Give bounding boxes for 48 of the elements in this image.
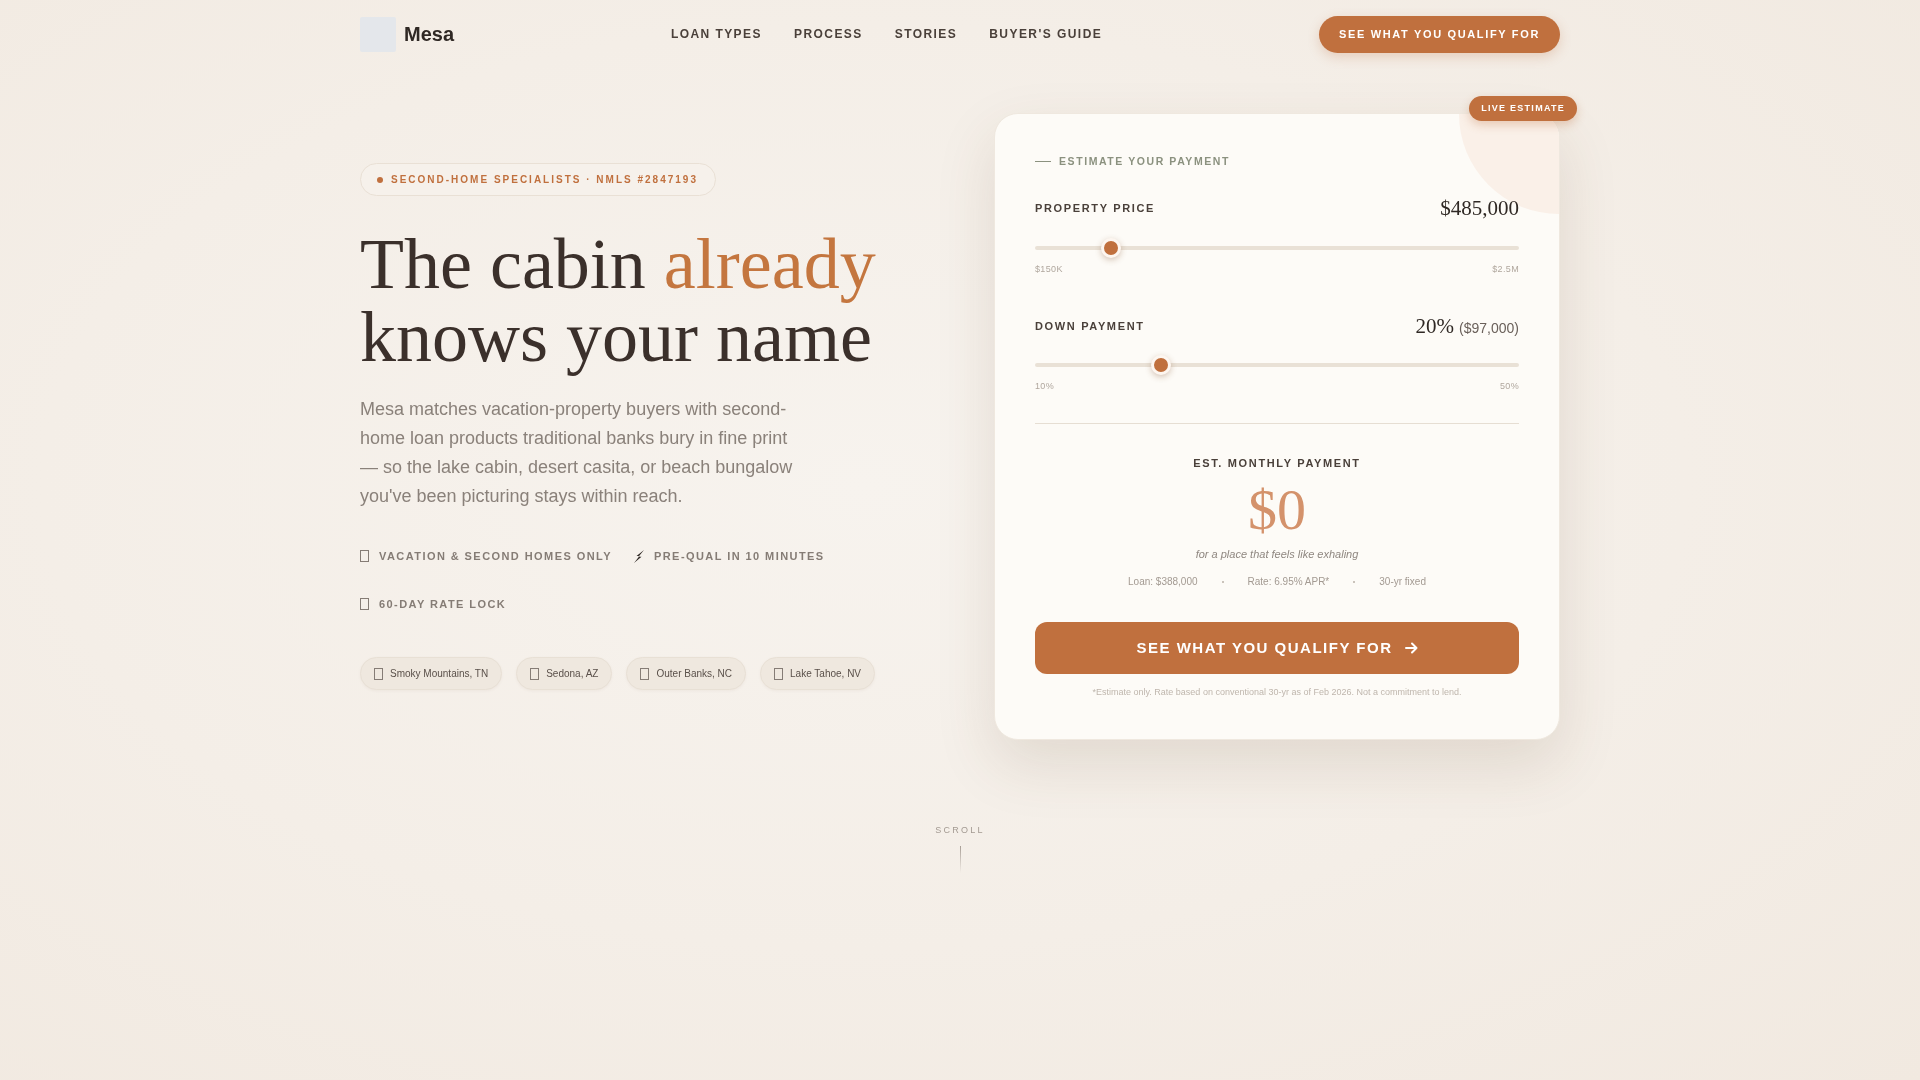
slider-thumb[interactable] (1151, 355, 1171, 375)
result-label: EST. MONTHLY PAYMENT (1193, 456, 1361, 470)
result-caption: for a place that feels like exhaling (1195, 547, 1359, 562)
missing-glyph-icon (360, 598, 369, 610)
location-label: Outer Banks, NC (656, 667, 733, 680)
location-label: Smoky Mountains, TN (390, 667, 489, 680)
qualify-button[interactable]: SEE WHAT YOU QUALIFY FOR (1035, 622, 1519, 674)
nav-link[interactable]: BUYER'S GUIDE (989, 26, 1103, 42)
loan-detail: 30-yr fixed (1379, 575, 1426, 589)
missing-glyph-icon (530, 667, 540, 680)
nav-link[interactable]: LOAN TYPES (670, 26, 762, 42)
range-min-label: 10% (1035, 380, 1055, 392)
live-estimate-badge: LIVE ESTIMATE (1469, 96, 1577, 121)
missing-glyph-icon (774, 667, 784, 680)
specialty-label: SECOND-HOME SPECIALISTS · NMLS #2847193 (391, 173, 698, 186)
feature-label: VACATION & SECOND HOMES ONLY (379, 549, 612, 564)
feature-label: PRE-QUAL IN 10 MINUTES (653, 549, 825, 564)
monthly-payment-amount: $0 (1248, 480, 1306, 540)
slider-label: PROPERTY PRICE (1035, 201, 1156, 216)
arrow-right-icon (1404, 642, 1418, 654)
disclaimer-text: *Estimate only. Rate based on conventional 30-yr as of Feb 2026. Not a commitment to lend. (1091, 686, 1463, 698)
scroll-line-icon (959, 846, 961, 873)
lightning-icon (633, 549, 644, 563)
slider-value: $485,000 (1440, 195, 1519, 221)
missing-glyph-icon (374, 667, 383, 680)
location-label: Sedona, AZ (546, 667, 599, 680)
loan-detail: Rate: 6.95% APR* (1247, 575, 1330, 589)
slider-value: 20% (1415, 313, 1455, 339)
qualify-button[interactable]: SEE WHAT YOU QUALIFY FOR (1319, 15, 1560, 53)
missing-glyph-icon (360, 550, 369, 562)
location-label: Lake Tahoe, NV (790, 667, 862, 680)
hero-description: Mesa matches vacation-property buyers with second-home loan products traditional banks bury in fine print — so the lake cabin, desert casita, or beach bungalow you've been picturing stays within reach. (360, 398, 794, 508)
section-eyebrow: ESTIMATE YOUR PAYMENT (1059, 154, 1230, 168)
hero-headline: The cabin already knows your name (360, 228, 877, 374)
logo-text[interactable]: Mesa (404, 19, 455, 49)
loan-detail: Loan: $388,000 (1128, 575, 1198, 589)
nav-link[interactable]: PROCESS (793, 26, 863, 42)
range-max-label: $2.5M (1492, 263, 1519, 275)
feature-label: 60-DAY RATE LOCK (379, 597, 507, 612)
range-min-label: $150K (1035, 263, 1063, 275)
missing-glyph-icon (640, 667, 650, 680)
slider-value-note: ($97,000) (1459, 320, 1519, 336)
range-max-label: 50% (1499, 380, 1519, 392)
nav-link[interactable]: STORIES (894, 26, 958, 42)
scroll-label: SCROLL (935, 824, 985, 836)
dash-icon (1035, 160, 1051, 162)
slider-thumb[interactable] (1101, 238, 1122, 258)
slider-label: DOWN PAYMENT (1035, 319, 1145, 334)
